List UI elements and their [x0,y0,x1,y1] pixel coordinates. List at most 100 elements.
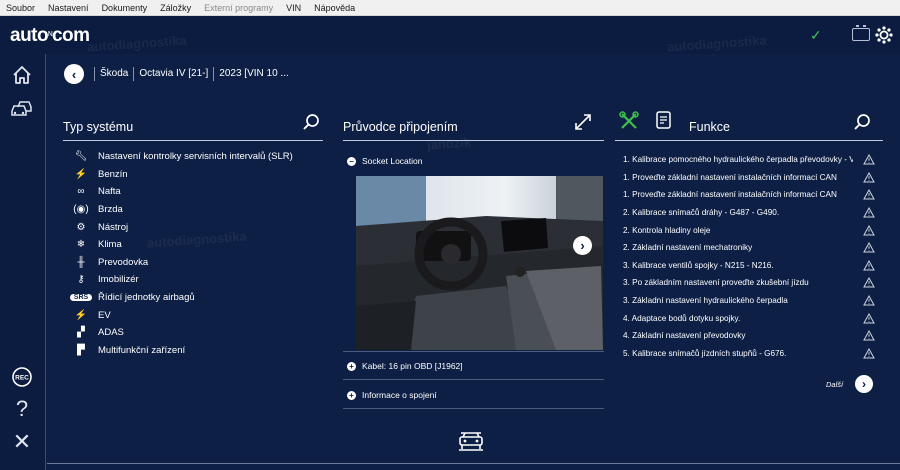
brake-icon: (◉) [73,204,89,216]
warning-icon [863,277,875,288]
home-icon[interactable] [9,62,35,88]
connection-ok-icon: ✓ [810,27,822,43]
service-tools-icon[interactable] [619,111,639,131]
breadcrumb-model[interactable]: Octavia IV [21-] [133,67,213,81]
functions-list: 1. Kalibrace pomocného hydraulického čer… [623,151,875,362]
system-item[interactable]: ▛ Multifunkční zařízení [70,342,293,360]
system-item[interactable]: ▞ ADAS [70,324,293,342]
next-page-button[interactable]: › [855,375,873,393]
function-item[interactable]: 3. Po základním nastavení proveďte zkuše… [623,274,875,292]
function-item[interactable]: 1. Proveďte základní nastavení instalačn… [623,186,875,204]
system-item[interactable]: (◉) Brzda [70,201,293,219]
function-item[interactable]: 3. Základní nastavení hydraulického čerp… [623,292,875,310]
expand-icon[interactable] [573,112,593,132]
wrench-icon: 🔧︎ [74,151,88,163]
back-button[interactable]: ‹ [64,64,84,84]
function-item[interactable]: 2. Kontrola hladiny oleje [623,221,875,239]
socket-location-toggle[interactable]: − Socket Location [347,156,603,166]
system-item[interactable]: ⚙ Nástroj [70,218,293,236]
breadcrumb-manufacturer[interactable]: Škoda [94,67,133,81]
record-icon[interactable]: REC [9,364,35,390]
guide-row-divider [343,379,604,380]
warning-icon [863,295,875,306]
close-icon[interactable]: ✕ [9,429,35,455]
function-label: 1. Proveďte základní nastavení instalačn… [623,190,837,200]
climate-icon: ❄ [76,239,86,251]
function-item[interactable]: 3. Kalibrace ventilů spojky - N215 - N21… [623,257,875,275]
airbag-icon: SRS [70,294,92,302]
menu-external-programs[interactable]: Externí programy [204,3,273,13]
menu-help[interactable]: Nápověda [314,3,355,13]
guide-title: Průvodce připojením [343,120,458,134]
vehicle-selection-icon[interactable] [9,95,35,121]
warning-icon [863,259,875,271]
function-label: 4. Adaptace bodů dotyku spojky. [623,313,741,323]
next-photo-button[interactable]: › [573,236,592,255]
menu-file[interactable]: Soubor [6,3,35,13]
menu-bar: Soubor Nastavení Dokumenty Záložky Exter… [0,0,900,16]
function-item[interactable]: 1. Kalibrace pomocného hydraulického čer… [623,151,875,169]
document-icon[interactable] [655,110,673,130]
function-item[interactable]: 5. Kalibrace snímačů jízdních stupňů - G… [623,345,875,363]
warning-icon [863,171,875,183]
app-header: autoᴺcom ✓ [0,16,900,54]
settings-gear-icon[interactable] [875,26,893,44]
function-label: 3. Kalibrace ventilů spojky - N215 - N21… [623,260,774,270]
systems-divider [63,140,323,141]
cable-info-toggle[interactable]: + Kabel: 16 pin OBD [J1962] [347,361,603,371]
systems-search-icon[interactable] [302,113,320,131]
immobilizer-icon: ⚷ [77,274,85,286]
system-item[interactable]: ⚡ EV [70,306,293,324]
socket-location-photo [356,176,603,350]
menu-bookmarks[interactable]: Záložky [160,3,191,13]
warning-icon [863,312,875,324]
multifunction-icon: ▛ [77,344,85,356]
warning-icon [863,347,875,359]
functions-search-icon[interactable] [853,113,871,131]
next-label: Další [826,380,844,389]
connection-info-toggle[interactable]: + Informace o spojení [347,390,603,400]
menu-settings[interactable]: Nastavení [48,3,89,13]
menu-vin[interactable]: VIN [286,3,301,13]
warning-icon [863,207,875,218]
menu-documents[interactable]: Dokumenty [102,3,148,13]
system-item[interactable]: 🔧︎ Nastavení kontrolky servisních interva… [70,148,293,166]
expand-plus-icon: + [347,390,356,400]
function-item[interactable]: 4. Základní nastavení převodovky [623,327,875,345]
system-item[interactable]: ❄ Klima [70,236,293,254]
function-item[interactable]: 4. Adaptace bodů dotyku spojky. [623,309,875,327]
system-item[interactable]: SRS Řídicí jednotky airbagů [70,289,293,307]
system-item[interactable]: ⚡ Benzín [70,166,293,184]
expand-plus-icon: + [347,361,356,371]
functions-title: Funkce [689,120,730,134]
warning-icon [863,330,875,341]
tools-icon: ⚙ [76,221,86,233]
ev-icon: ⚡ [74,309,88,321]
guide-row-divider [343,351,604,352]
breadcrumb: ‹ Škoda Octavia IV [21-] 2023 [VIN 10 ..… [64,64,294,84]
system-item[interactable]: ∞ Nafta [70,183,293,201]
functions-divider [615,140,883,141]
system-item[interactable]: ⚷ Imobilizér [70,271,293,289]
function-label: 1. Proveďte základní nastavení instalačn… [623,172,837,182]
battery-icon[interactable] [852,25,870,41]
vehicle-connect-icon[interactable] [457,429,485,453]
autocom-logo: autoᴺcom [10,25,90,46]
gearbox-icon: ╫ [77,256,85,268]
function-label: 2. Základní nastavení mechatroniky [623,243,753,253]
function-item[interactable]: 2. Základní nastavení mechatroniky [623,239,875,257]
adas-icon: ▞ [77,327,85,339]
breadcrumb-year[interactable]: 2023 [VIN 10 ... [213,67,294,81]
system-item[interactable]: ╫ Prevodovka [70,254,293,272]
warning-icon [863,189,875,200]
function-label: 1. Kalibrace pomocného hydraulického čer… [623,155,853,165]
sidebar: REC ? ✕ [0,54,46,470]
function-item[interactable]: 2. Kalibrace snímačů dráhy - G487 - G490… [623,204,875,222]
help-icon[interactable]: ? [9,396,35,422]
function-label: 2. Kontrola hladiny oleje [623,225,711,235]
guide-row-divider [343,408,604,409]
warning-icon [863,242,875,253]
systems-list: 🔧︎ Nastavení kontrolky servisních interva… [70,148,293,359]
function-item[interactable]: 1. Proveďte základní nastavení instalačn… [623,169,875,187]
svg-text:REC: REC [15,375,29,382]
